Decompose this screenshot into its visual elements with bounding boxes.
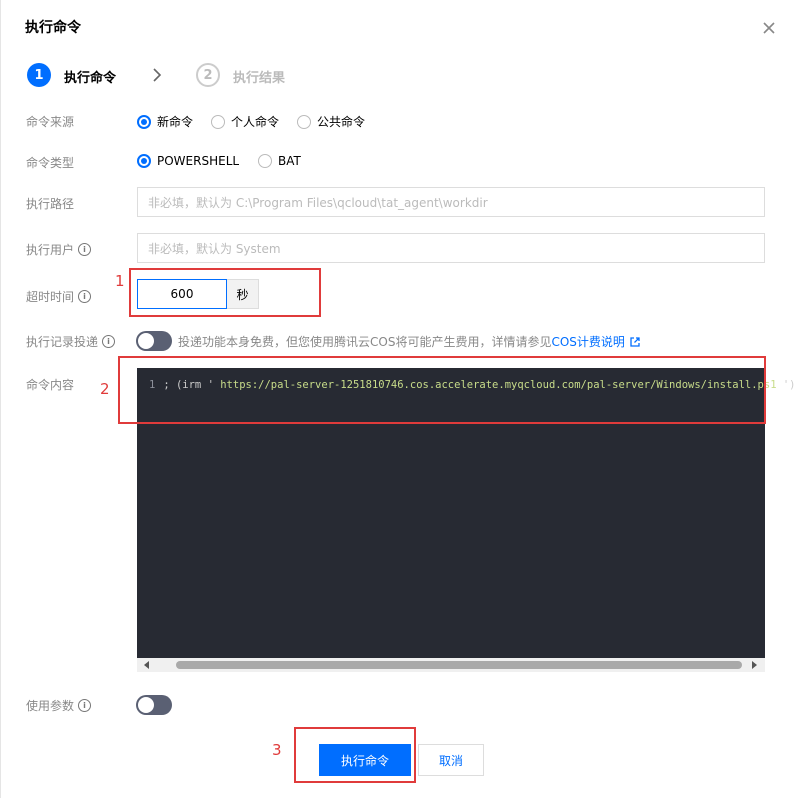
annotation-number-3: 3 bbox=[272, 741, 282, 759]
step-2-number: 2 bbox=[196, 63, 220, 87]
info-icon[interactable]: i bbox=[78, 243, 92, 256]
step-1-number: 1 bbox=[27, 63, 51, 87]
exec-path-placeholder: 非必填，默认为 C:\Program Files\qcloud\tat_agen… bbox=[148, 195, 488, 210]
scrollbar-thumb[interactable] bbox=[176, 661, 742, 669]
annotation-number-1: 1 bbox=[115, 272, 125, 290]
cos-billing-link[interactable]: COS计费说明 bbox=[551, 333, 624, 350]
radio-public-command[interactable]: 公共命令 bbox=[297, 113, 365, 130]
annotation-number-2: 2 bbox=[100, 380, 110, 398]
radio-checked-icon bbox=[137, 114, 151, 129]
exec-user-placeholder: 非必填，默认为 System bbox=[148, 241, 281, 256]
info-icon[interactable]: i bbox=[102, 335, 116, 348]
scroll-left-icon[interactable] bbox=[144, 661, 149, 669]
close-icon[interactable] bbox=[761, 20, 777, 36]
radio-unchecked-icon bbox=[297, 114, 311, 129]
radio-personal-command-label: 个人命令 bbox=[231, 115, 280, 129]
radio-bat[interactable]: BAT bbox=[258, 154, 301, 168]
chevron-right-icon bbox=[153, 68, 162, 82]
info-icon[interactable]: i bbox=[78, 290, 92, 303]
command-content-label: 命令内容 bbox=[26, 378, 75, 392]
radio-new-command-label: 新命令 bbox=[157, 115, 194, 129]
info-icon[interactable]: i bbox=[78, 699, 92, 712]
annotation-box-3 bbox=[294, 727, 416, 783]
exec-path-label: 执行路径 bbox=[26, 197, 75, 211]
radio-unchecked-icon bbox=[211, 114, 225, 129]
scroll-right-icon[interactable] bbox=[752, 661, 757, 669]
radio-public-command-label: 公共命令 bbox=[317, 115, 366, 129]
code-suffix: ') bbox=[782, 379, 796, 391]
radio-powershell-label: POWERSHELL bbox=[157, 154, 240, 168]
exec-path-input[interactable]: 非必填，默认为 C:\Program Files\qcloud\tat_agen… bbox=[137, 187, 765, 217]
exec-user-label: 执行用户 i bbox=[26, 241, 92, 258]
use-params-label: 使用参数 i bbox=[26, 697, 92, 714]
editor-horizontal-scrollbar[interactable] bbox=[137, 658, 765, 672]
dialog-title: 执行命令 bbox=[25, 20, 81, 36]
cancel-button[interactable]: 取消 bbox=[418, 744, 484, 776]
command-type-label: 命令类型 bbox=[26, 156, 75, 170]
step-1-label: 执行命令 bbox=[64, 71, 117, 86]
radio-personal-command[interactable]: 个人命令 bbox=[211, 113, 279, 130]
log-delivery-label: 执行记录投递 i bbox=[26, 333, 116, 350]
exec-user-input[interactable]: 非必填，默认为 System bbox=[137, 233, 765, 263]
radio-bat-label: BAT bbox=[278, 154, 301, 168]
radio-checked-icon bbox=[137, 154, 151, 168]
command-source-label: 命令来源 bbox=[26, 115, 75, 129]
timeout-label: 超时时间 i bbox=[26, 288, 92, 305]
external-link-icon[interactable] bbox=[630, 336, 640, 347]
use-params-toggle[interactable] bbox=[136, 695, 172, 715]
log-delivery-toggle[interactable] bbox=[136, 331, 172, 351]
radio-powershell[interactable]: POWERSHELL bbox=[137, 154, 239, 168]
log-delivery-hint: 投递功能本身免费，但您使用腾讯云COS将可能产生费用，详情请参见 COS计费说明 bbox=[178, 333, 640, 350]
annotation-box-2 bbox=[118, 356, 766, 424]
radio-unchecked-icon bbox=[258, 154, 272, 168]
dialog-left-border bbox=[0, 0, 1, 798]
radio-new-command[interactable]: 新命令 bbox=[137, 113, 193, 130]
step-2-label: 执行结果 bbox=[233, 71, 286, 86]
annotation-box-1 bbox=[129, 268, 321, 317]
